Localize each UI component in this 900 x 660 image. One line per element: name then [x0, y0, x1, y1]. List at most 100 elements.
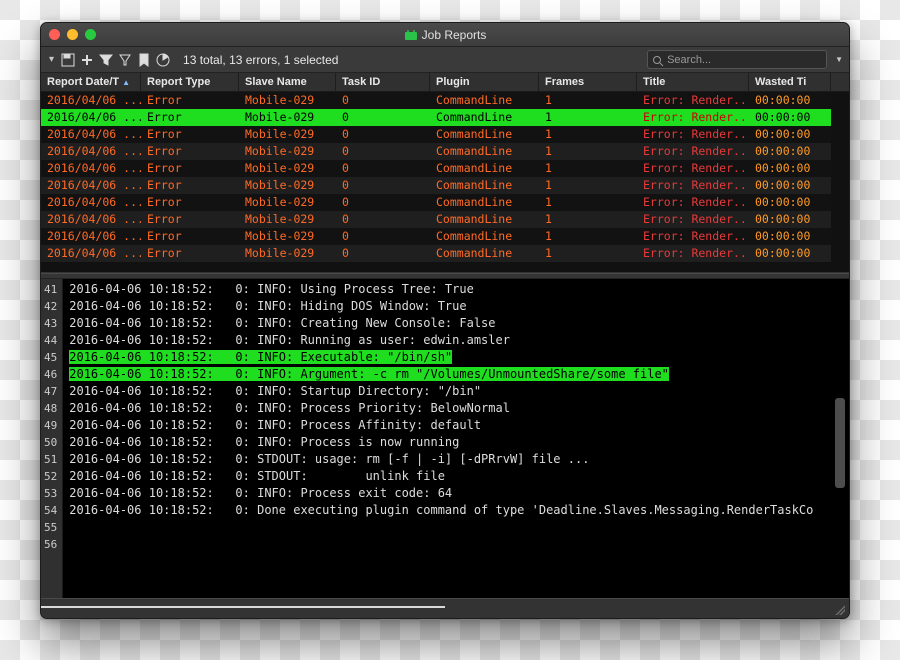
cell-task: 0	[336, 245, 430, 262]
cell-type: Error	[141, 109, 239, 126]
col-task-id[interactable]: Task ID	[336, 73, 430, 91]
table-row[interactable]: 2016/04/06 ...ErrorMobile-0290CommandLin…	[41, 92, 849, 109]
cell-title: Error: Render...	[637, 143, 749, 160]
cell-date: 2016/04/06 ...	[41, 143, 141, 160]
toolbar-icons	[60, 52, 171, 68]
window-controls	[49, 29, 96, 40]
cell-date: 2016/04/06 ...	[41, 160, 141, 177]
cell-task: 0	[336, 194, 430, 211]
save-icon[interactable]	[60, 52, 76, 68]
minimize-button[interactable]	[67, 29, 78, 40]
cell-slave: Mobile-029	[239, 228, 336, 245]
cell-slave: Mobile-029	[239, 245, 336, 262]
cell-task: 0	[336, 228, 430, 245]
table-row[interactable]: 2016/04/06 ...ErrorMobile-0290CommandLin…	[41, 109, 849, 126]
col-wasted-time[interactable]: Wasted Ti	[749, 73, 831, 91]
cell-slave: Mobile-029	[239, 177, 336, 194]
table-row[interactable]: 2016/04/06 ...ErrorMobile-0290CommandLin…	[41, 143, 849, 160]
cell-title: Error: Render...	[637, 194, 749, 211]
cell-slave: Mobile-029	[239, 92, 336, 109]
cell-slave: Mobile-029	[239, 109, 336, 126]
cell-type: Error	[141, 126, 239, 143]
cell-plugin: CommandLine	[430, 160, 539, 177]
col-slave-name[interactable]: Slave Name	[239, 73, 336, 91]
menu-dropdown-icon[interactable]: ▾	[47, 54, 56, 65]
table-row[interactable]: 2016/04/06 ...ErrorMobile-0290CommandLin…	[41, 194, 849, 211]
funnel-icon[interactable]	[117, 52, 133, 68]
cell-frames: 1	[539, 92, 637, 109]
cell-title: Error: Render...	[637, 228, 749, 245]
cell-type: Error	[141, 194, 239, 211]
table-row[interactable]: 2016/04/06 ...ErrorMobile-0290CommandLin…	[41, 228, 849, 245]
cell-title: Error: Render...	[637, 245, 749, 262]
pie-icon[interactable]	[155, 52, 171, 68]
cell-slave: Mobile-029	[239, 160, 336, 177]
cell-type: Error	[141, 177, 239, 194]
table-row[interactable]: 2016/04/06 ...ErrorMobile-0290CommandLin…	[41, 211, 849, 228]
cell-frames: 1	[539, 177, 637, 194]
col-title[interactable]: Title	[637, 73, 749, 91]
cell-type: Error	[141, 92, 239, 109]
log-scrollbar[interactable]	[833, 281, 847, 574]
cell-slave: Mobile-029	[239, 194, 336, 211]
search-options-icon[interactable]: ▼	[835, 55, 843, 64]
cell-slave: Mobile-029	[239, 126, 336, 143]
close-button[interactable]	[49, 29, 60, 40]
cell-type: Error	[141, 211, 239, 228]
table-header: Report Date/T Report Type Slave Name Tas…	[41, 73, 849, 92]
table-row[interactable]: 2016/04/06 ...ErrorMobile-0290CommandLin…	[41, 160, 849, 177]
cell-frames: 1	[539, 211, 637, 228]
table-row[interactable]: 2016/04/06 ...ErrorMobile-0290CommandLin…	[41, 245, 849, 262]
cell-frames: 1	[539, 109, 637, 126]
col-plugin[interactable]: Plugin	[430, 73, 539, 91]
cell-type: Error	[141, 143, 239, 160]
cell-wasted: 00:00:00	[749, 245, 831, 262]
cell-frames: 1	[539, 194, 637, 211]
col-frames[interactable]: Frames	[539, 73, 637, 91]
cell-wasted: 00:00:00	[749, 211, 831, 228]
table-row[interactable]: 2016/04/06 ...ErrorMobile-0290CommandLin…	[41, 126, 849, 143]
statusbar-divider	[41, 606, 445, 608]
search-box[interactable]	[647, 50, 827, 69]
cell-wasted: 00:00:00	[749, 160, 831, 177]
cell-wasted: 00:00:00	[749, 177, 831, 194]
cell-title: Error: Render...	[637, 126, 749, 143]
cell-wasted: 00:00:00	[749, 228, 831, 245]
log-content[interactable]: 2016-04-06 10:18:52: 0: INFO: Using Proc…	[63, 279, 849, 598]
cell-plugin: CommandLine	[430, 194, 539, 211]
cell-task: 0	[336, 211, 430, 228]
cell-date: 2016/04/06 ...	[41, 126, 141, 143]
col-report-type[interactable]: Report Type	[141, 73, 239, 91]
cell-frames: 1	[539, 160, 637, 177]
status-text: 13 total, 13 errors, 1 selected	[183, 53, 338, 67]
cell-task: 0	[336, 126, 430, 143]
log-gutter: 41424344454647484950515253545556	[41, 279, 63, 598]
cell-date: 2016/04/06 ...	[41, 177, 141, 194]
cell-frames: 1	[539, 126, 637, 143]
cell-plugin: CommandLine	[430, 228, 539, 245]
bookmark-icon[interactable]	[136, 52, 152, 68]
cell-title: Error: Render...	[637, 177, 749, 194]
log-panel: 41424344454647484950515253545556 2016-04…	[41, 279, 849, 598]
table-row[interactable]: 2016/04/06 ...ErrorMobile-0290CommandLin…	[41, 177, 849, 194]
cell-frames: 1	[539, 228, 637, 245]
scrollbar-thumb[interactable]	[835, 398, 845, 488]
window-title: Job Reports	[41, 28, 849, 42]
cell-plugin: CommandLine	[430, 211, 539, 228]
cell-date: 2016/04/06 ...	[41, 211, 141, 228]
cell-title: Error: Render...	[637, 160, 749, 177]
cell-task: 0	[336, 109, 430, 126]
cell-type: Error	[141, 160, 239, 177]
titlebar: Job Reports	[41, 23, 849, 47]
filter-icon[interactable]	[98, 52, 114, 68]
search-input[interactable]	[667, 54, 822, 66]
search-icon	[652, 54, 664, 66]
col-report-date[interactable]: Report Date/T	[41, 73, 141, 91]
cell-task: 0	[336, 143, 430, 160]
add-icon[interactable]	[79, 52, 95, 68]
cell-task: 0	[336, 92, 430, 109]
cell-frames: 1	[539, 245, 637, 262]
maximize-button[interactable]	[85, 29, 96, 40]
cell-wasted: 00:00:00	[749, 109, 831, 126]
cell-plugin: CommandLine	[430, 109, 539, 126]
